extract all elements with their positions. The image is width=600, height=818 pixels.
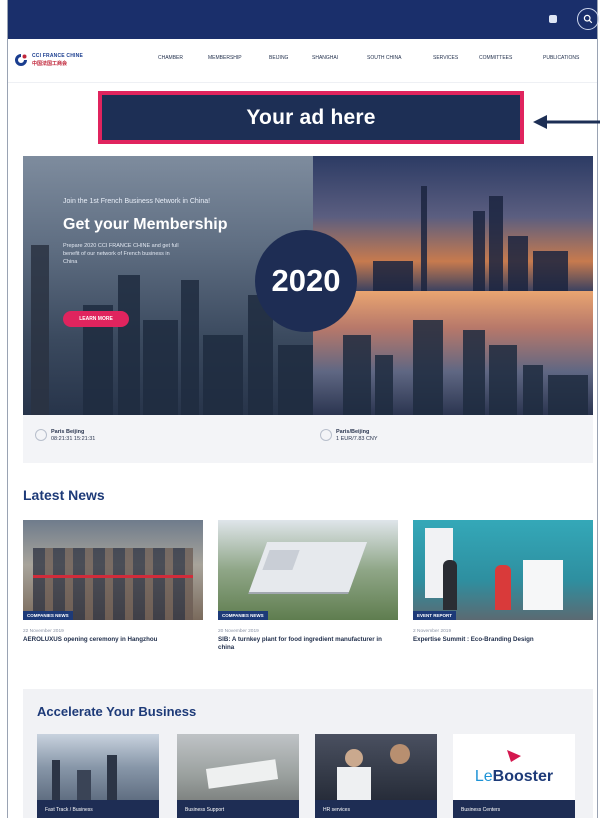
news-tag: EVENT REPORT [413,611,457,620]
hero-kicker: Join the 1st French Business Network in … [63,198,211,205]
clock-icon [35,429,47,441]
lebooster-mark-icon [507,750,521,762]
news-title[interactable]: SIB: A turnkey plant for food ingredient… [218,636,398,652]
exchange-title: Paris/Beijing [336,429,370,435]
news-image: COMPANIES NEWS [218,520,398,620]
info-bar: Paris Beijing 08:21:31 15:21:31 Paris/Be… [23,415,593,463]
news-date: 20 November 2019 [218,629,259,634]
hero-description: Prepare 2020 CCI FRANCE CHINE and get fu… [63,243,179,265]
nav-item-chamber[interactable]: CHAMBER [158,55,208,61]
service-card-label: Fast Track / Business [37,800,159,818]
logo-text-en: CCI FRANCE CHINE [32,53,83,59]
news-image: COMPANIES NEWS [23,520,203,620]
news-title[interactable]: Expertise Summit : Eco-Branding Design [413,636,593,644]
exchange-value: 1 EUR/7.83 CNY [336,436,378,442]
language-icon[interactable] [542,8,564,30]
news-date: 2 November 2019 [413,629,452,634]
news-image: EVENT REPORT [413,520,593,620]
lebooster-logo: LeBooster [453,734,575,800]
site-logo[interactable]: CCI FRANCE CHINE 中国法国工商会 [14,51,102,69]
service-card[interactable]: Business Support [177,734,299,818]
news-date: 22 November 2019 [23,629,64,634]
lebooster-wordmark: LeBooster [474,768,554,785]
nav-item-beijing[interactable]: BEIJING [269,55,312,61]
hero-slider[interactable]: Join the 1st French Business Network in … [23,156,593,415]
nav-item-membership[interactable]: MEMBERSHIP [208,55,269,61]
accelerate-heading: Accelerate Your Business [37,704,197,719]
news-card[interactable]: EVENT REPORT 2 November 2019 Expertise S… [413,520,593,644]
latest-news-heading: Latest News [23,487,105,503]
learn-more-button[interactable]: LEARN MORE [63,311,129,327]
hero-skyline-image [313,291,593,415]
clock-value: 08:21:31 15:21:31 [51,436,96,442]
ad-banner[interactable]: Your ad here [98,91,524,144]
currency-icon [320,429,332,441]
nav-item-committees[interactable]: COMMITTEES [479,55,543,61]
logo-text-cn: 中国法国工商会 [32,61,68,67]
nav-item-south-china[interactable]: SOUTH CHINA [367,55,433,61]
year-badge-text: 2020 [271,263,341,298]
service-card-label: HR services [315,800,437,818]
nav-item-services[interactable]: SERVICES [433,55,479,61]
ad-banner-label: Your ad here [246,105,376,129]
nav-item-shanghai[interactable]: SHANGHAI [312,55,367,61]
arrow-left-icon [533,115,600,129]
service-card-label: Business Centers [453,800,575,818]
hero-title: Get your Membership [63,216,228,233]
service-card[interactable]: LeBooster Business Centers [453,734,575,818]
service-card-label: Business Support [177,800,299,818]
news-tag: COMPANIES NEWS [23,611,73,620]
nav-item-publications[interactable]: PUBLICATIONS [543,55,579,61]
news-tag: COMPANIES NEWS [218,611,268,620]
top-bar [8,0,599,39]
exchange-widget: Paris/Beijing 1 EUR/7.83 CNY [320,429,378,443]
frame-border-left [7,0,8,818]
news-card[interactable]: COMPANIES NEWS 20 November 2019 SIB: A t… [218,520,398,652]
news-title[interactable]: AEROLUXUS opening ceremony in Hangzhou [23,636,203,644]
clock-widget: Paris Beijing 08:21:31 15:21:31 [35,429,95,443]
service-card[interactable]: HR services [315,734,437,818]
page: CCI FRANCE CHINE 中国法国工商会 CHAMBER MEMBERS… [0,0,600,818]
main-nav: CHAMBER MEMBERSHIP BEIJING SHANGHAI SOUT… [158,55,579,61]
clock-title: Paris Beijing [51,429,85,435]
news-card[interactable]: COMPANIES NEWS 22 November 2019 AEROLUXU… [23,520,203,644]
site-header: CCI FRANCE CHINE 中国法国工商会 CHAMBER MEMBERS… [8,39,597,83]
logo-mark-icon [14,53,28,67]
service-card[interactable]: Fast Track / Business [37,734,159,818]
accelerate-section: Accelerate Your Business Fast Track / Bu… [23,689,593,818]
year-badge: 2020 [255,230,357,332]
search-icon[interactable] [577,8,599,30]
